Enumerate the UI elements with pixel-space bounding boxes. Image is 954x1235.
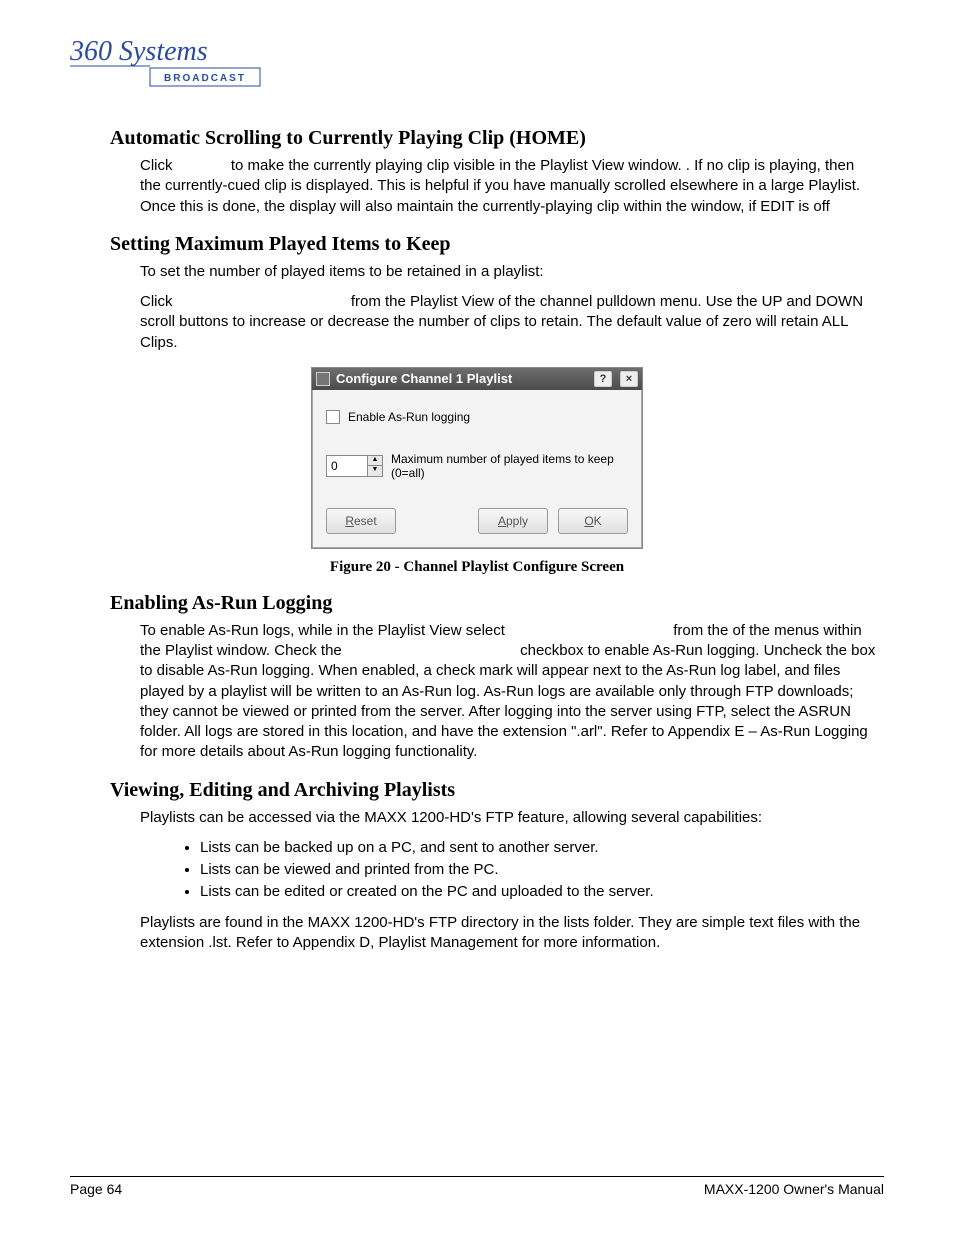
paragraph: To enable As-Run logs, while in the Play…	[140, 621, 876, 763]
list-item: Lists can be backed up on a PC, and sent…	[200, 838, 876, 858]
text: Click	[140, 157, 177, 174]
close-button[interactable]: ×	[620, 371, 638, 387]
figure-dialog: Configure Channel 1 Playlist ? × Enable …	[311, 367, 643, 549]
reset-button[interactable]: Reset	[326, 508, 396, 534]
asrun-checkbox-label: Enable As-Run logging	[348, 410, 470, 424]
list-item: Lists can be edited or created on the PC…	[200, 882, 876, 902]
configure-dialog: Configure Channel 1 Playlist ? × Enable …	[311, 367, 643, 549]
text: checkbox to enable As-Run logging. Unche…	[140, 642, 875, 760]
list-item: Lists can be viewed and printed from the…	[200, 860, 876, 880]
text: Click	[140, 293, 177, 310]
spinner-down-icon[interactable]: ▼	[368, 466, 382, 476]
paragraph: To set the number of played items to be …	[140, 262, 876, 282]
dialog-title: Configure Channel 1 Playlist	[336, 371, 586, 386]
apply-button[interactable]: Apply	[478, 508, 548, 534]
window-icon	[316, 372, 330, 386]
text: from the Playlist View of the channel pu…	[140, 293, 863, 351]
manual-title: MAXX-1200 Owner's Manual	[704, 1181, 884, 1197]
heading-asrun: Enabling As-Run Logging	[110, 592, 884, 615]
heading-viewing: Viewing, Editing and Archiving Playlists	[110, 779, 884, 802]
text: to make the currently playing clip visib…	[140, 157, 860, 215]
paragraph: Playlists are found in the MAXX 1200-HD'…	[140, 913, 876, 954]
max-items-row: ▲ ▼ Maximum number of played items to ke…	[326, 452, 628, 480]
heading-auto-scroll: Automatic Scrolling to Currently Playing…	[110, 127, 884, 150]
paragraph: Click from the Playlist View of the chan…	[140, 292, 876, 353]
text: To enable As-Run logs, while in the Play…	[140, 622, 509, 639]
dialog-titlebar: Configure Channel 1 Playlist ? ×	[312, 368, 642, 390]
ok-button[interactable]: OK	[558, 508, 628, 534]
asrun-checkbox[interactable]	[326, 410, 340, 424]
page-footer: Page 64 MAXX-1200 Owner's Manual	[70, 1176, 884, 1197]
bullet-list: Lists can be backed up on a PC, and sent…	[178, 838, 876, 903]
asrun-checkbox-row: Enable As-Run logging	[326, 410, 628, 424]
heading-max-items: Setting Maximum Played Items to Keep	[110, 233, 884, 256]
svg-text:BROADCAST: BROADCAST	[164, 73, 246, 84]
max-items-input[interactable]	[326, 455, 368, 477]
spinner-up-icon[interactable]: ▲	[368, 456, 382, 466]
figure-caption: Figure 20 - Channel Playlist Configure S…	[70, 559, 884, 576]
page-number: Page 64	[70, 1181, 122, 1197]
paragraph: Playlists can be accessed via the MAXX 1…	[140, 808, 876, 828]
max-items-spinner[interactable]: ▲ ▼	[326, 455, 383, 477]
brand-logo: 360 Systems BROADCAST	[70, 30, 884, 92]
max-items-label: Maximum number of played items to keep (…	[391, 452, 628, 480]
svg-text:360 Systems: 360 Systems	[70, 36, 208, 67]
help-button[interactable]: ?	[594, 371, 612, 387]
paragraph: Click to make the currently playing clip…	[140, 156, 876, 217]
